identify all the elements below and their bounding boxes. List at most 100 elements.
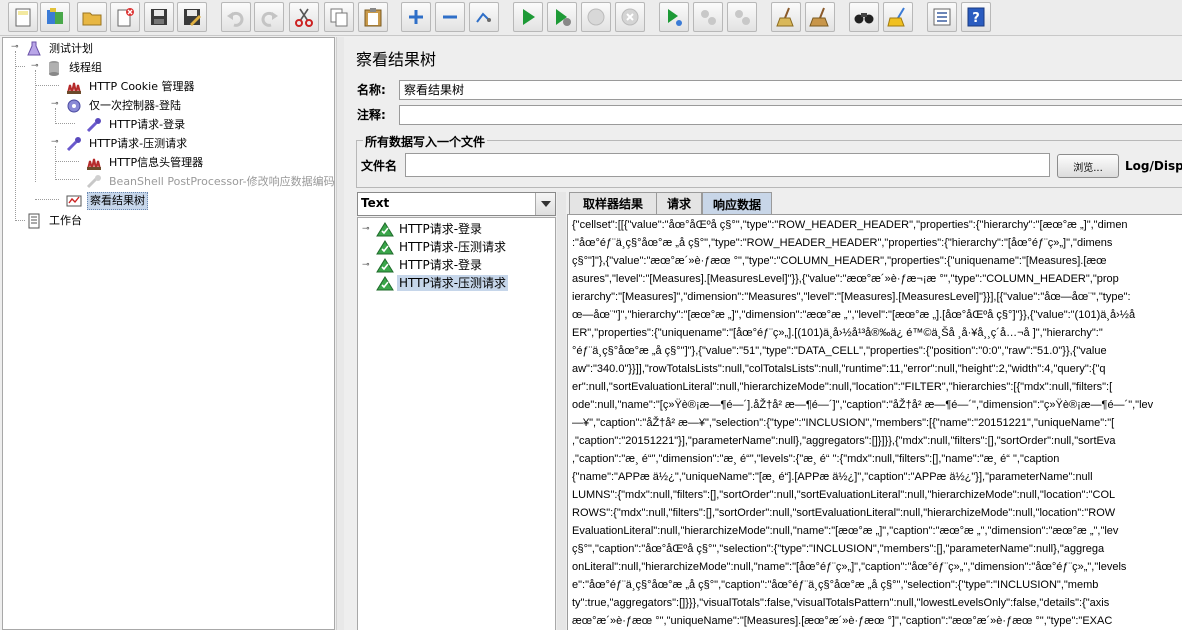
paste-button[interactable] <box>358 2 388 32</box>
new-button[interactable] <box>8 2 38 32</box>
help-icon: ? <box>967 7 985 27</box>
response-data-textarea[interactable]: {"cellset":[[{"value":"åœ°åŒºå ç§°","typ… <box>567 214 1182 630</box>
tree-collapse-toggle[interactable]: ⊸ <box>51 100 60 109</box>
shutdown-button[interactable] <box>615 2 645 32</box>
tree-item-label: HTTP请求-压测请求 <box>89 137 188 150</box>
undo-button[interactable] <box>221 2 251 32</box>
copy-button[interactable] <box>324 2 354 32</box>
tree-connector <box>15 220 25 221</box>
broom-all-icon <box>809 7 829 27</box>
tree-item-view-results-tree[interactable]: 察看结果树 <box>65 192 148 210</box>
tree-connector <box>55 161 79 162</box>
filename-input[interactable] <box>405 153 1050 177</box>
function-helper-button[interactable] <box>927 2 957 32</box>
undo-icon <box>227 11 244 27</box>
clear-all-button[interactable] <box>805 2 835 32</box>
clear-button[interactable] <box>771 2 801 32</box>
tree-item-header-manager[interactable]: HTTP信息头管理器 <box>85 154 205 172</box>
save-as-button[interactable] <box>177 2 207 32</box>
response-line: œ—åœ¨"]","hierarchy":"[æœ°æ „]","dimensi… <box>572 309 1136 321</box>
sample-results-tree[interactable]: ⊸ HTTP请求-登录 HTTP请求-压测请求 ⊸ HTTP请求-登录 HTTP… <box>357 217 556 630</box>
cut-button[interactable] <box>289 2 319 32</box>
success-triangle-icon <box>376 257 394 272</box>
file-group-title: 所有数据写入一个文件 <box>363 133 488 150</box>
expand-toggle-icon[interactable]: ⊸ <box>362 224 376 234</box>
save-as-icon <box>184 9 201 26</box>
response-line: e":"åœ°éƒ¨ä¸ç§°åœ°æ „å ç§°","caption":"å… <box>572 579 1099 591</box>
tree-item-workbench[interactable]: 工作台 <box>25 212 84 230</box>
help-button[interactable]: ? <box>961 2 991 32</box>
response-line: {"cellset":[[{"value":"åœ°åŒºå ç§°","typ… <box>572 219 1128 231</box>
start-no-pause-button[interactable] <box>547 2 577 32</box>
redo-icon <box>261 11 278 27</box>
tree-item-label: BeanShell PostProcessor-修改响应数据编码 <box>109 175 335 188</box>
templates-button[interactable] <box>40 2 70 32</box>
tree-collapse-toggle[interactable]: ⊸ <box>51 138 60 147</box>
tree-item-once-only-controller[interactable]: 仅一次控制器-登陆 <box>65 97 183 115</box>
page-title: 察看结果树 <box>356 50 437 69</box>
comment-input[interactable] <box>399 105 1182 125</box>
search-button[interactable] <box>849 2 879 32</box>
reset-search-button[interactable] <box>883 2 913 32</box>
stop-icon <box>587 8 605 26</box>
shutdown-icon <box>621 8 639 26</box>
redo-button[interactable] <box>254 2 284 32</box>
remote-shutdown-button[interactable] <box>727 2 757 32</box>
tree-item-test-plan[interactable]: 测试计划 <box>25 40 95 58</box>
plus-icon <box>409 10 423 24</box>
save-button[interactable] <box>144 2 174 32</box>
response-line: ,"caption":"æ¸ é“","dimension":"æ¸ é“","… <box>572 453 1060 465</box>
config-element-icon <box>85 155 103 171</box>
tree-item-beanshell-postprocessor[interactable]: BeanShell PostProcessor-修改响应数据编码 <box>85 173 335 191</box>
toggle-button[interactable] <box>469 2 499 32</box>
renderer-select[interactable]: Text <box>357 192 556 216</box>
close-button[interactable] <box>110 2 140 32</box>
jmeter-window: ? ⊸ ⊸ ⊸ ⊸ 测试计划 线程组 HTTP Cookie 管理器 仅一次控制… <box>0 0 1182 630</box>
collapse-button[interactable] <box>435 2 465 32</box>
play-icon <box>523 9 535 25</box>
tree-collapse-toggle[interactable]: ⊸ <box>31 62 40 71</box>
filename-label: 文件名 <box>361 159 398 173</box>
browse-button[interactable]: 浏览... <box>1057 154 1119 178</box>
tab-response-data[interactable]: 响应数据 <box>702 192 772 215</box>
open-button[interactable] <box>77 2 107 32</box>
result-item-login-1[interactable]: ⊸ HTTP请求-登录 <box>362 220 484 238</box>
response-line: asures","level":"[Measures].[MeasuresLev… <box>572 273 1119 285</box>
response-line: ierarchy":"[Measures]","dimension":"Meas… <box>572 291 1131 303</box>
result-item-load-1[interactable]: HTTP请求-压测请求 <box>362 238 508 256</box>
name-input[interactable]: 察看结果树 <box>399 80 1182 100</box>
tree-collapse-toggle[interactable]: ⊸ <box>11 43 20 52</box>
result-item-login-2[interactable]: ⊸ HTTP请求-登录 <box>362 256 484 274</box>
remote-stop-button[interactable] <box>693 2 723 32</box>
results-splitter[interactable] <box>557 192 566 630</box>
expand-toggle-icon[interactable]: ⊸ <box>362 260 376 270</box>
dropdown-arrow-icon[interactable] <box>535 193 555 215</box>
tree-item-cookie-manager[interactable]: HTTP Cookie 管理器 <box>65 78 196 96</box>
start-button[interactable] <box>513 2 543 32</box>
tree-item-http-login[interactable]: HTTP请求-登录 <box>85 116 187 134</box>
result-item-load-2[interactable]: HTTP请求-压测请求 <box>362 274 509 292</box>
renderer-selected-value: Text <box>361 196 390 210</box>
panel-splitter[interactable] <box>336 37 344 630</box>
open-folder-icon <box>82 12 102 26</box>
response-line: ROWS":{"mdx":null,"filters":[],"sortOrde… <box>572 507 1116 519</box>
test-plan-tree[interactable]: ⊸ ⊸ ⊸ ⊸ 测试计划 线程组 HTTP Cookie 管理器 仅一次控制器-… <box>2 37 335 630</box>
tree-item-label: HTTP信息头管理器 <box>109 156 204 169</box>
tab-request[interactable]: 请求 <box>656 192 702 214</box>
tab-sampler-result[interactable]: 取样器结果 <box>569 192 657 214</box>
minus-icon <box>443 15 457 19</box>
result-item-label: HTTP请求-登录 <box>399 222 483 236</box>
tree-item-label: 测试计划 <box>49 42 93 55</box>
tree-item-thread-group[interactable]: 线程组 <box>45 59 104 77</box>
response-line: ,"caption":"20151221"}],"parameterName":… <box>572 435 1116 447</box>
expand-button[interactable] <box>401 2 431 32</box>
remote-start-button[interactable] <box>659 2 689 32</box>
play-no-pause-icon <box>556 9 571 26</box>
tree-item-http-load-request[interactable]: HTTP请求-压测请求 <box>65 135 189 153</box>
broom-icon <box>776 7 794 27</box>
sampler-pipette-icon <box>65 136 83 152</box>
stop-button[interactable] <box>581 2 611 32</box>
name-label: 名称: <box>357 83 386 97</box>
response-line: LUMNS":{"mdx":null,"filters":[],"sortOrd… <box>572 489 1116 501</box>
response-line: —¥","caption":"åŽ†å² æ—¥","selection":{"… <box>572 417 1115 429</box>
